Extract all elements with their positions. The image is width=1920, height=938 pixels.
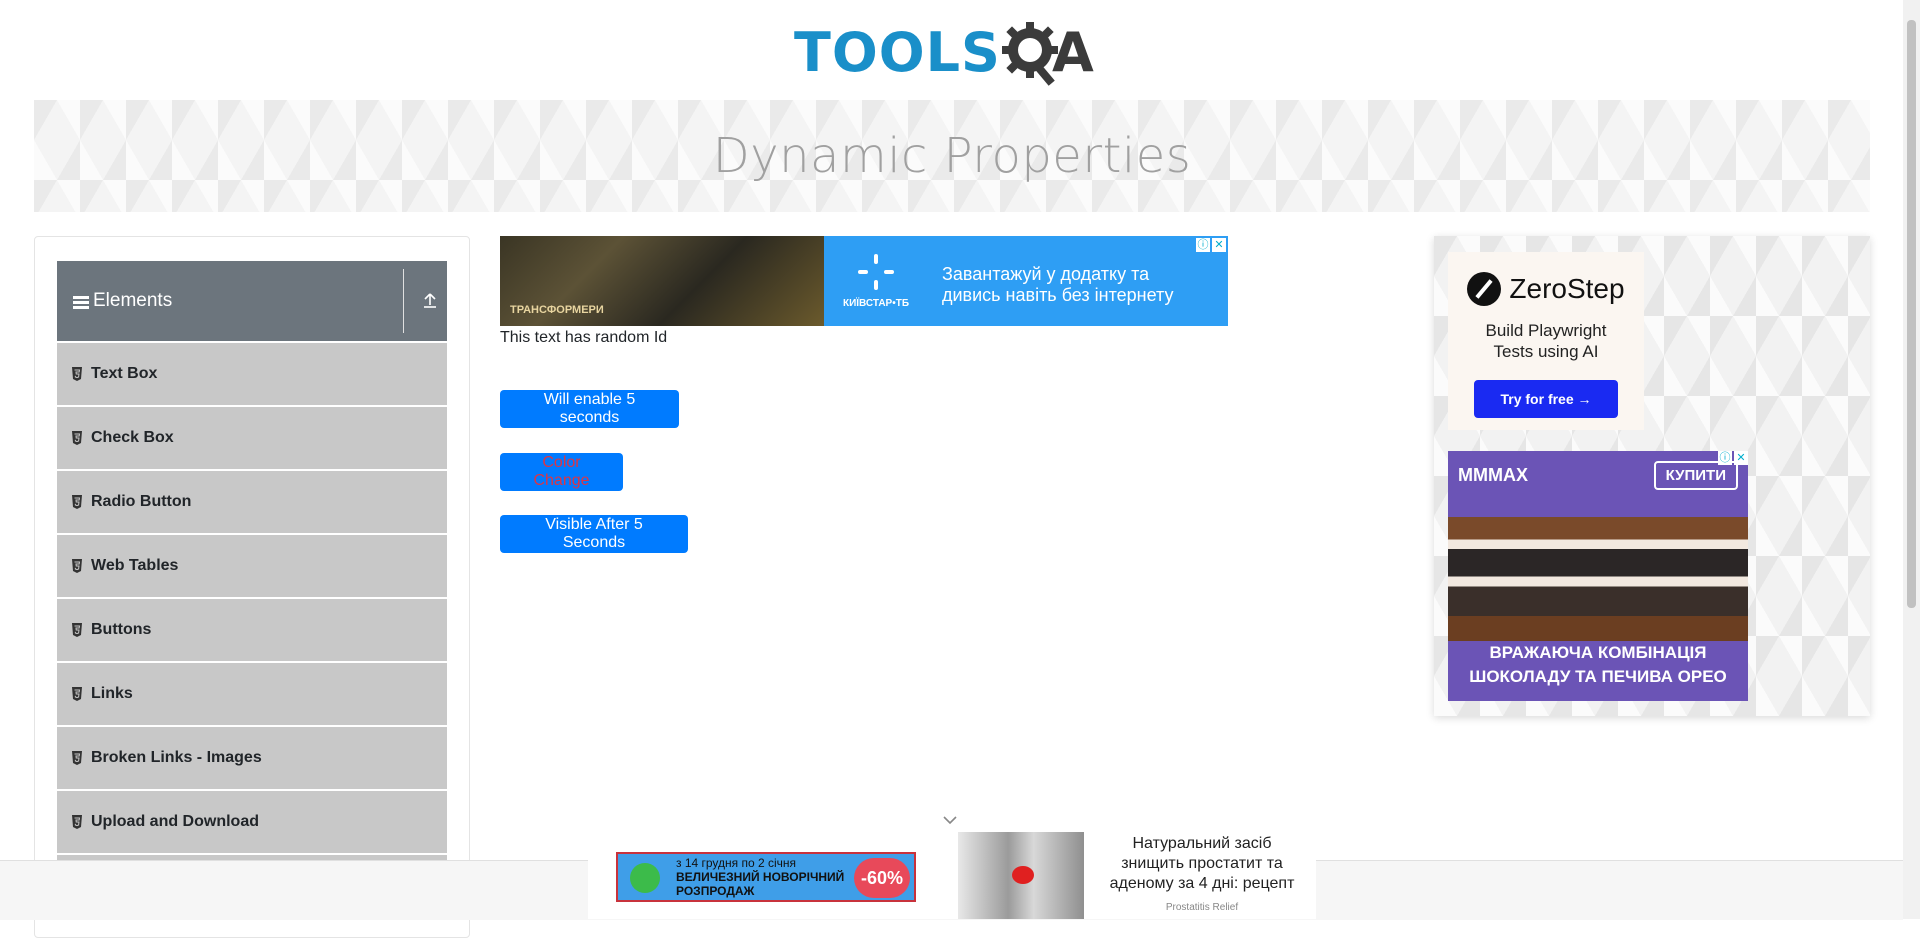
sale-dates: з 14 грудня по 2 січня (676, 856, 797, 870)
highlight-marker (1012, 866, 1034, 884)
sidebar-item-label: Broken Links - Images (91, 749, 262, 766)
html5-icon (72, 687, 82, 701)
sidebar-item-broken-links[interactable]: Broken Links - Images (57, 725, 447, 789)
oreo-caption: ВРАЖАЮЧА КОМБІНАЦІЯ ШОКОЛАДУ ТА ПЕЧИВА О… (1448, 641, 1748, 689)
sidebar-item-check-box[interactable]: Check Box (57, 405, 447, 469)
health-ad-source: Prostatitis Relief (1165, 902, 1239, 913)
ad-caption: ТРАНСФОРМЕРИ (510, 304, 604, 316)
element-menu: Text Box Check Box Radio Button Web Tabl… (57, 341, 447, 917)
group-header-elements[interactable]: Elements (57, 261, 447, 341)
collapse-icon[interactable] (421, 291, 439, 309)
enable-after-button[interactable]: Will enable 5 seconds (500, 390, 679, 428)
ad-image: ТРАНСФОРМЕРИ (500, 236, 824, 326)
zerostep-line-1: Build Playwright (1485, 321, 1607, 340)
random-id-text: This text has random Id (500, 329, 668, 346)
ad-message: Завантажуй у додатку та дивись навіть бе… (942, 264, 1173, 306)
logo-text: TOOLS (794, 21, 1001, 84)
smiley-icon (630, 863, 660, 893)
ad-brand: КИЇВСТАР•ТБ (842, 298, 910, 309)
bottom-ad[interactable]: з 14 грудня по 2 січня ВЕЛИЧЕЗНИЙ НОВОРІ… (588, 832, 1316, 919)
html5-icon (72, 751, 82, 765)
ad-line-1: Завантажуй у додатку та (942, 264, 1150, 284)
ad-message-panel: КИЇВСТАР•ТБ Завантажуй у додатку та диви… (824, 236, 1228, 326)
sidebar-item-label: Text Box (91, 365, 158, 382)
sidebar-item-links[interactable]: Links (57, 661, 447, 725)
sidebar-item-label: Buttons (91, 621, 152, 638)
health-line-2: знищить простатит та (1121, 855, 1283, 872)
ad-choices[interactable]: ⓘ ✕ (1196, 238, 1226, 252)
oreo-ad[interactable]: MMMAX КУПИТИ ВРАЖАЮЧА КОМБІНАЦІЯ ШОКОЛАД… (1448, 451, 1748, 701)
color-change-button[interactable]: Color Change (500, 453, 623, 491)
sidebar-item-label: Check Box (91, 429, 174, 446)
buy-button[interactable]: КУПИТИ (1653, 461, 1738, 490)
chevron-down-icon[interactable] (942, 814, 958, 826)
group-title: Elements (93, 290, 173, 311)
health-line-3: аденому за 4 дні: рецепт (1109, 875, 1295, 892)
sidebar-item-buttons[interactable]: Buttons (57, 597, 447, 661)
info-icon[interactable]: ⓘ (1196, 238, 1210, 252)
scrollbar-thumb[interactable] (1907, 20, 1916, 608)
html5-icon (72, 495, 82, 509)
sidebar-item-web-tables[interactable]: Web Tables (57, 533, 447, 597)
info-icon[interactable]: ⓘ (1718, 451, 1732, 465)
zerostep-ad[interactable]: ZeroStep Build Playwright Tests using AI… (1448, 252, 1644, 430)
discount-badge: -60% (854, 858, 910, 898)
sidebar-item-label: Radio Button (91, 493, 192, 510)
sale-line-2: ВЕЛИЧЕЗНИЙ НОВОРІЧНИЙ (676, 870, 845, 884)
left-panel: Elements Text Box Check Box Radio Button… (34, 236, 470, 938)
ad-line-2: дивись навіть без інтернету (942, 285, 1174, 305)
oreo-line-1: ВРАЖАЮЧА КОМБІНАЦІЯ (1489, 643, 1707, 662)
zerostep-mark-icon (1467, 272, 1502, 306)
health-ad-image (958, 832, 1084, 919)
sidebar-item-label: Web Tables (91, 557, 179, 574)
cake-image (1448, 517, 1748, 641)
health-line-1: Натуральний засіб (1132, 835, 1272, 852)
sidebar-item-radio-button[interactable]: Radio Button (57, 469, 447, 533)
html5-icon (72, 623, 82, 637)
logo-suffix: A (1052, 21, 1094, 84)
zerostep-line-2: Tests using AI (1493, 342, 1599, 361)
visible-after-button[interactable]: Visible After 5 Seconds (500, 515, 688, 553)
page-banner: Dynamic Properties (34, 100, 1870, 212)
html5-icon (72, 431, 82, 445)
sale-ad[interactable]: з 14 грудня по 2 січня ВЕЛИЧЕЗНИЙ НОВОРІ… (616, 852, 916, 902)
sale-title: ВЕЛИЧЕЗНИЙ НОВОРІЧНИЙ РОЗПРОДАЖ (676, 870, 844, 898)
close-icon[interactable]: ✕ (1212, 238, 1226, 252)
sidebar-item-label: Links (91, 685, 133, 702)
top-ad-banner[interactable]: ТРАНСФОРМЕРИ КИЇВСТАР•ТБ Завантажуй у до… (500, 236, 1228, 326)
sidebar-item-text-box[interactable]: Text Box (57, 341, 447, 405)
right-ad-column: ZeroStep Build Playwright Tests using AI… (1434, 236, 1870, 716)
close-icon[interactable]: ✕ (1734, 451, 1748, 465)
zerostep-brand: ZeroStep (1509, 273, 1625, 304)
header-divider (403, 269, 404, 333)
try-free-button[interactable]: Try for free → (1474, 380, 1618, 418)
ad-choices[interactable]: ⓘ ✕ (1718, 451, 1748, 465)
zerostep-tagline: Build Playwright Tests using AI (1448, 320, 1644, 362)
sale-line-3: РОЗПРОДАЖ (676, 884, 755, 898)
html5-icon (72, 559, 82, 573)
page-title: Dynamic Properties (712, 128, 1192, 184)
html5-icon (72, 367, 82, 381)
hamburger-icon (73, 296, 89, 310)
page-scrollbar[interactable] (1903, 0, 1920, 919)
oreo-line-2: ШОКОЛАДУ ТА ПЕЧИВА ОРЕО (1469, 667, 1727, 686)
health-ad-text[interactable]: Натуральний засіб знищить простатит та а… (1090, 834, 1314, 918)
html5-icon (72, 815, 82, 829)
zerostep-logo: ZeroStep (1448, 272, 1644, 306)
toolsqa-logo[interactable]: TOOLS A (790, 14, 1120, 90)
sidebar-item-upload-download[interactable]: Upload and Download (57, 789, 447, 853)
oreo-ad-brand: MMMAX (1458, 465, 1528, 485)
sidebar-item-label: Upload and Download (91, 813, 259, 830)
kyivstar-icon (858, 254, 894, 290)
